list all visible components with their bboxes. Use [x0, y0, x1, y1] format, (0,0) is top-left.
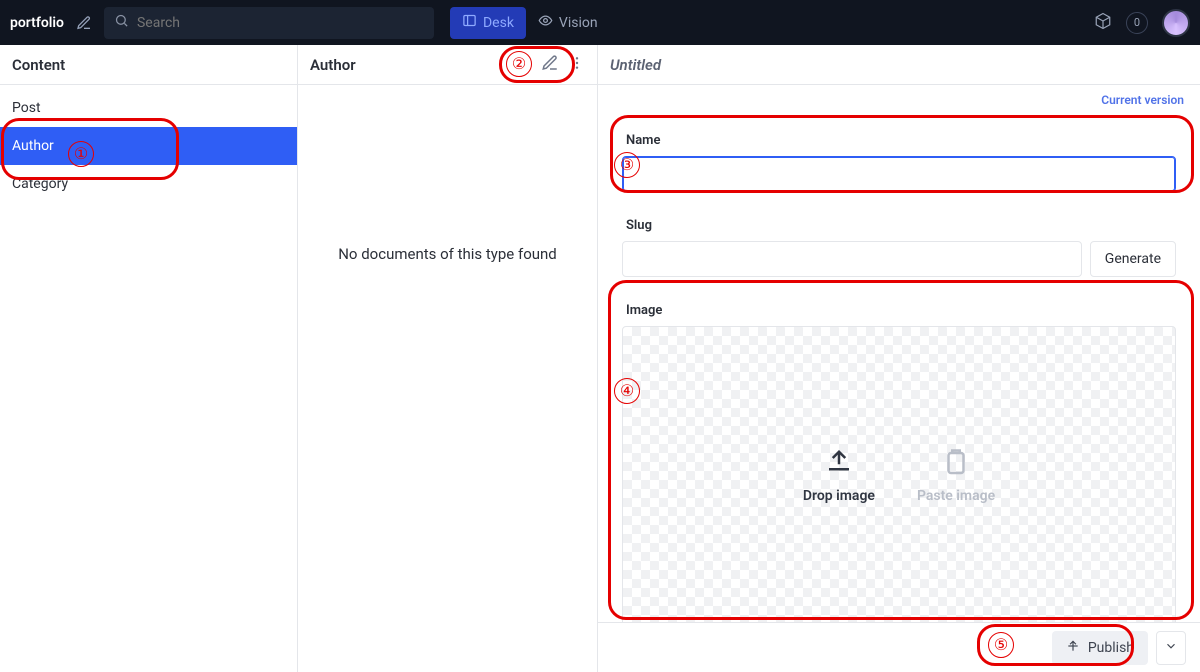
editor-footer: Publish: [598, 622, 1200, 672]
new-document-icon[interactable]: [541, 54, 559, 76]
tab-desk[interactable]: Desk: [450, 7, 526, 39]
documents-empty-state: No documents of this type found: [298, 85, 597, 672]
schema-label: Post: [12, 100, 41, 116]
workspace-name: portfolio: [10, 15, 64, 31]
schema-label: Category: [12, 176, 68, 192]
field-name: Name: [622, 133, 1176, 192]
image-label: Image: [626, 303, 1176, 318]
publish-button[interactable]: Publish: [1052, 631, 1148, 665]
button-label: Generate: [1105, 251, 1161, 267]
vision-icon: [538, 13, 553, 32]
schema-item-post[interactable]: Post: [0, 89, 297, 127]
field-image: Image Drop image Paste image: [622, 303, 1176, 622]
column-title: Content: [12, 56, 65, 74]
column-content: Content Post Author Category: [0, 45, 298, 672]
search-input[interactable]: [137, 15, 424, 31]
drop-image-option[interactable]: Drop image: [803, 448, 875, 504]
column-documents: Author No documents of this type found: [298, 45, 598, 672]
column-editor: Untitled Current version Name Slug Gener…: [598, 45, 1200, 672]
image-dropzone[interactable]: Drop image Paste image: [622, 326, 1176, 622]
notification-count[interactable]: 0: [1126, 12, 1148, 34]
package-icon[interactable]: [1094, 12, 1112, 34]
tab-label: Vision: [559, 15, 598, 31]
generate-slug-button[interactable]: Generate: [1090, 241, 1176, 277]
publish-icon: [1066, 639, 1080, 657]
column-title: Author: [310, 56, 356, 74]
drop-label: Drop image: [803, 488, 875, 504]
document-title: Untitled: [610, 56, 661, 74]
tab-vision[interactable]: Vision: [526, 7, 610, 39]
column-menu-icon[interactable]: [569, 54, 585, 76]
topbar: portfolio Desk Vision 0: [0, 0, 1200, 45]
name-input[interactable]: [622, 156, 1176, 192]
paste-label: Paste image: [917, 488, 995, 504]
current-version-link[interactable]: Current version: [1101, 93, 1184, 107]
name-label: Name: [626, 133, 1176, 148]
search-icon: [114, 13, 129, 32]
publish-more-button[interactable]: [1156, 631, 1186, 665]
schema-label: Author: [12, 138, 54, 154]
field-slug: Slug Generate: [622, 218, 1176, 277]
schema-item-author[interactable]: Author: [0, 127, 297, 165]
chevron-down-icon: [1164, 639, 1178, 657]
editor-form: Name Slug Generate Image Drop image: [598, 133, 1200, 622]
slug-input[interactable]: [622, 241, 1082, 277]
schema-list: Post Author Category: [0, 85, 297, 203]
slug-label: Slug: [626, 218, 1176, 233]
tab-label: Desk: [483, 15, 514, 31]
search-box[interactable]: [104, 7, 434, 39]
desk-icon: [462, 13, 477, 32]
view-tabs: Desk Vision: [450, 7, 610, 39]
edit-workspace-icon[interactable]: [76, 15, 92, 31]
button-label: Publish: [1088, 640, 1134, 656]
paste-image-option[interactable]: Paste image: [917, 448, 995, 504]
empty-text: No documents of this type found: [338, 245, 557, 263]
schema-item-category[interactable]: Category: [0, 165, 297, 203]
avatar[interactable]: [1162, 9, 1190, 37]
topbar-right: 0: [1094, 9, 1190, 37]
